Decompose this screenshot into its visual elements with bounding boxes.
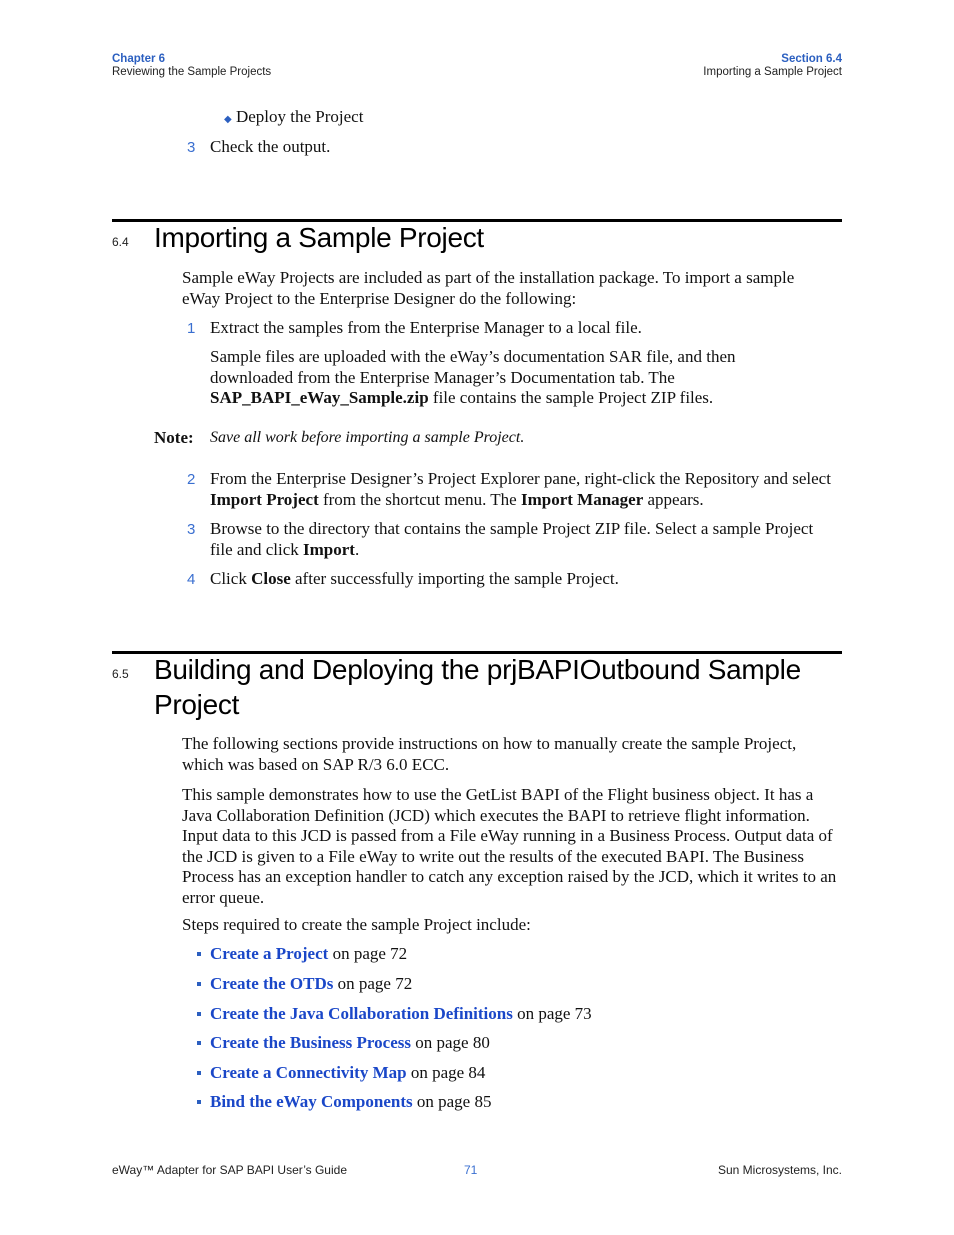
step-number: 1 — [187, 318, 195, 340]
section-title-line: Project — [154, 689, 240, 720]
step-4-number: 4 — [187, 571, 196, 588]
text: From the Enterprise Designer’s Project E… — [210, 469, 831, 488]
close-button-label: Close — [251, 569, 291, 588]
header-chapter-title: Reviewing the Sample Projects — [112, 66, 272, 78]
section-number: 6.4 — [112, 235, 129, 249]
square-bullet-icon — [197, 952, 201, 956]
step-2-number: 2 — [187, 471, 196, 488]
section-title-line: Building and Deploying the prjBAPIOutbou… — [154, 654, 801, 685]
text: from the shortcut menu. The — [318, 489, 521, 509]
running-header-right: Section 6.4 Importing a Sample Project — [703, 53, 842, 79]
step-3-number: 3 — [187, 521, 196, 538]
square-bullet-icon — [197, 1041, 201, 1045]
link-bind-eway-components[interactable]: Bind the eWay Components — [210, 1092, 413, 1111]
page-ref: on page 72 — [333, 974, 413, 993]
link-create-otds[interactable]: Create the OTDs — [210, 974, 333, 993]
page-number: 71 — [464, 1163, 478, 1177]
step-3-text: Browse to the directory that contains th… — [210, 519, 825, 560]
diamond-bullet-icon: ◆ — [224, 114, 232, 125]
page-ref: on page 85 — [412, 1092, 492, 1111]
square-bullet-icon — [197, 982, 201, 986]
step-text: Check the output. — [210, 137, 331, 156]
menu-item-import-project: Import Project — [210, 489, 319, 509]
link-create-connectivity-map[interactable]: Create a Connectivity Map — [210, 1063, 407, 1082]
step-number: 3 — [187, 139, 196, 156]
step-1-number: 1 — [187, 320, 196, 337]
header-section-title: Importing a Sample Project — [703, 66, 842, 78]
link-create-project[interactable]: Create a Project — [210, 944, 328, 963]
page-ref: on page 72 — [328, 944, 408, 963]
footer-page-number: 71 — [464, 1163, 477, 1177]
section-title: Building and Deploying the prjBAPIOutbou… — [154, 652, 801, 722]
header-section: Section 6.4 — [781, 53, 842, 65]
text: after successfully importing the sample … — [290, 569, 619, 588]
section-intro: Sample eWay Projects are included as par… — [182, 268, 795, 308]
square-bullet-icon — [197, 1012, 201, 1016]
text: Click — [210, 569, 252, 588]
step-1-detail: Sample files are uploaded with the eWay’… — [210, 347, 810, 409]
page-ref: on page 73 — [512, 1004, 592, 1023]
note: Note: — [154, 428, 194, 449]
note-text: Save all work before importing a sample … — [210, 429, 525, 446]
step-check-output: 3 — [187, 137, 195, 159]
text: . — [354, 539, 360, 559]
import-manager-label: Import Manager — [520, 489, 644, 509]
section-para-3: Steps required to create the sample Proj… — [182, 915, 531, 934]
square-bullet-icon — [197, 1071, 201, 1075]
text: Browse to the directory that contains th… — [210, 519, 814, 559]
footer-company: Sun Microsystems, Inc. — [717, 1163, 842, 1177]
page-ref: on page 80 — [411, 1033, 490, 1052]
section-title: Importing a Sample Project — [154, 222, 484, 253]
link-create-business-process[interactable]: Create the Business Process — [210, 1033, 411, 1052]
step-number: 3 — [187, 519, 195, 541]
section-para-2: This sample demonstrates how to use the … — [182, 785, 837, 907]
step-number: 4 — [187, 569, 195, 591]
header-chapter: Chapter 6 — [112, 53, 166, 65]
sample-zip-filename: SAP_BAPI_eWay_Sample.zip — [210, 388, 429, 407]
page-ref: on page 84 — [406, 1063, 486, 1082]
text: appears. — [643, 489, 704, 509]
footer-doc-title: eWay™ Adapter for SAP BAPI User’s Guide — [112, 1163, 347, 1177]
step-4-text: Click Close after successfully importing… — [210, 569, 840, 590]
detail-text: file contains the sample Project ZIP fil… — [428, 388, 714, 407]
import-button-label: Import — [303, 539, 355, 559]
bullet-item-deploy: ◆ Deploy the Project — [224, 107, 363, 131]
detail-text: Sample files are uploaded with the eWay’… — [210, 347, 736, 387]
step-1-text: Extract the samples from the Enterprise … — [210, 318, 642, 337]
link-create-jcds[interactable]: Create the Java Collaboration Definition… — [210, 1004, 513, 1023]
running-header-left: Chapter 6 Reviewing the Sample Projects — [112, 53, 271, 79]
step-number: 2 — [187, 469, 195, 491]
section-number: 6.5 — [112, 667, 129, 681]
section-para-1: The following sections provide instructi… — [182, 734, 797, 774]
bullet-item-text: Deploy the Project — [235, 107, 364, 126]
note-label: Note: — [154, 428, 194, 447]
square-bullet-icon — [197, 1100, 201, 1104]
step-2-text: From the Enterprise Designer’s Project E… — [210, 469, 835, 510]
